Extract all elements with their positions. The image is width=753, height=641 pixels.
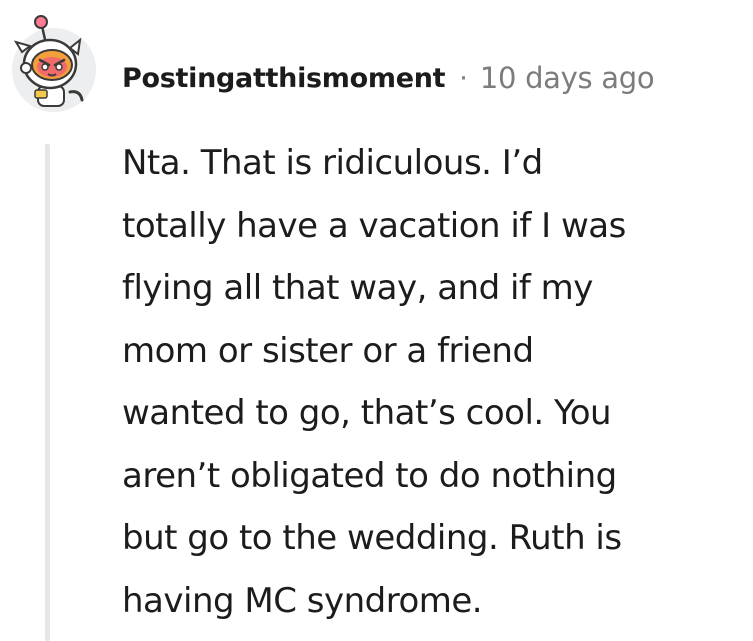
- comment-text-line: mom or sister or a friend: [122, 330, 534, 371]
- comment-timestamp[interactable]: 10 days ago: [480, 61, 655, 95]
- comment-header: Postingatthismoment · 10 days ago: [122, 56, 655, 100]
- meta-separator: ·: [459, 62, 468, 94]
- comment-text-line: but go to the wedding. Ruth is: [122, 518, 622, 558]
- avatar[interactable]: [8, 8, 100, 112]
- robot-cat-avatar-icon: [12, 15, 96, 112]
- comment-text-line: Nta. That is ridiculous. I’d: [122, 143, 543, 183]
- comment-text-line: aren’t obligated to do nothing: [122, 455, 617, 496]
- comment-text-line: having MC syndrome.: [122, 580, 483, 621]
- author-username[interactable]: Postingatthismoment: [122, 63, 446, 94]
- comment-text-line: totally have a vacation if I was: [122, 205, 626, 246]
- comment-text-line: flying all that way, and if my: [122, 268, 593, 308]
- comment-text-line: wanted to go, that’s cool. You: [122, 393, 612, 433]
- comment-body: Nta. That is ridiculous. I’d totally hav…: [122, 132, 732, 632]
- thread-collapse-line[interactable]: [45, 144, 50, 641]
